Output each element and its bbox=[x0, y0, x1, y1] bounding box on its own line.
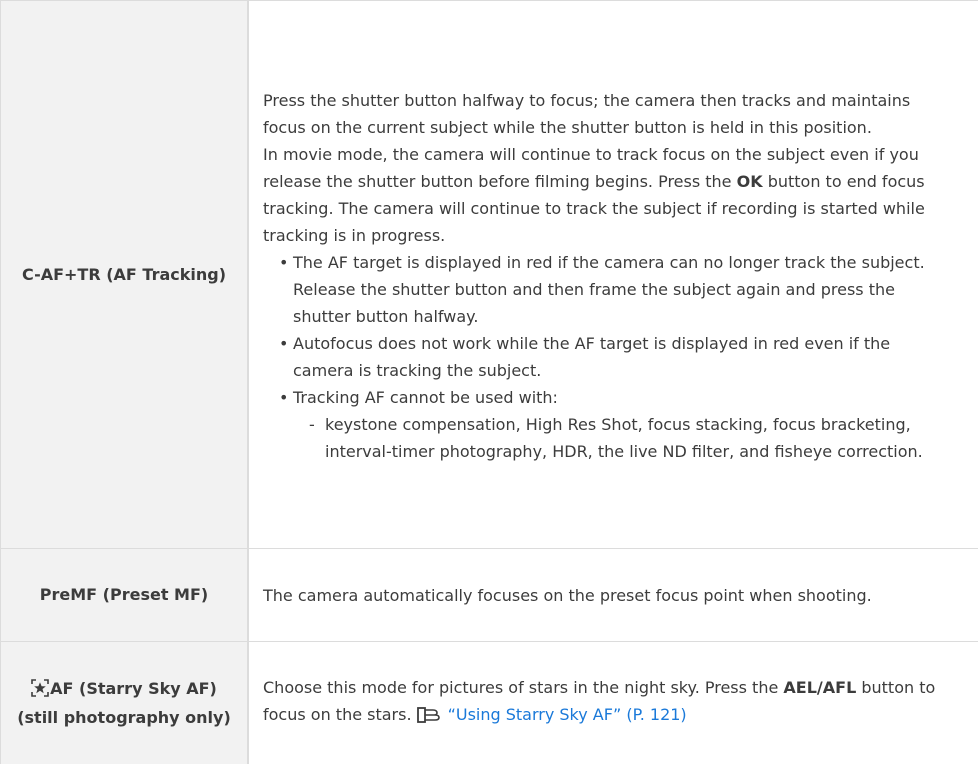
mode-label-cell: PreMF (Preset MF) bbox=[1, 549, 249, 642]
mode-label: C-AF+TR (AF Tracking) bbox=[1, 262, 247, 288]
list-item: •Tracking AF cannot be used with: -keyst… bbox=[279, 384, 954, 465]
mode-label-cell: AF (Starry Sky AF) (still photography on… bbox=[1, 642, 249, 764]
bullet-list: •The AF target is displayed in red if th… bbox=[263, 249, 954, 465]
mode-description-cell: Choose this mode for pictures of stars i… bbox=[248, 642, 978, 764]
sub-bullet-list: -keystone compensation, High Res Shot, f… bbox=[293, 411, 954, 465]
table-row: C-AF+TR (AF Tracking) Press the shutter … bbox=[1, 1, 978, 549]
mode-description-cell: Press the shutter button halfway to focu… bbox=[248, 1, 978, 549]
mode-label: PreMF (Preset MF) bbox=[1, 582, 247, 608]
bullet-icon: • bbox=[279, 384, 288, 411]
ok-button-label: OK bbox=[737, 172, 763, 191]
list-item: -keystone compensation, High Res Shot, f… bbox=[309, 411, 954, 465]
mode-label-cell: C-AF+TR (AF Tracking) bbox=[1, 1, 249, 549]
table-row: AF (Starry Sky AF) (still photography on… bbox=[1, 642, 978, 764]
table-row: PreMF (Preset MF) The camera automatical… bbox=[1, 549, 978, 642]
description-paragraph: The camera automatically focuses on the … bbox=[263, 582, 954, 609]
description-paragraph: In movie mode, the camera will continue … bbox=[263, 141, 954, 249]
list-item: •Autofocus does not work while the AF ta… bbox=[279, 330, 954, 384]
mode-label: AF (Starry Sky AF) (still photography on… bbox=[1, 676, 247, 731]
focus-mode-table: C-AF+TR (AF Tracking) Press the shutter … bbox=[0, 0, 978, 764]
page-reference-link[interactable]: “Using Starry Sky AF” (P. 121) bbox=[448, 705, 687, 724]
page-reference-icon bbox=[416, 705, 442, 732]
bullet-icon: • bbox=[279, 330, 288, 357]
list-item: •The AF target is displayed in red if th… bbox=[279, 249, 954, 330]
description-paragraph: Press the shutter button halfway to focu… bbox=[263, 85, 954, 141]
dash-icon: - bbox=[309, 411, 315, 438]
description-paragraph: Choose this mode for pictures of stars i… bbox=[263, 674, 954, 732]
starry-sky-icon bbox=[31, 679, 49, 705]
mode-description-cell: The camera automatically focuses on the … bbox=[248, 549, 978, 642]
bullet-icon: • bbox=[279, 249, 288, 276]
ael-afl-button-label: AEL/AFL bbox=[783, 678, 856, 697]
